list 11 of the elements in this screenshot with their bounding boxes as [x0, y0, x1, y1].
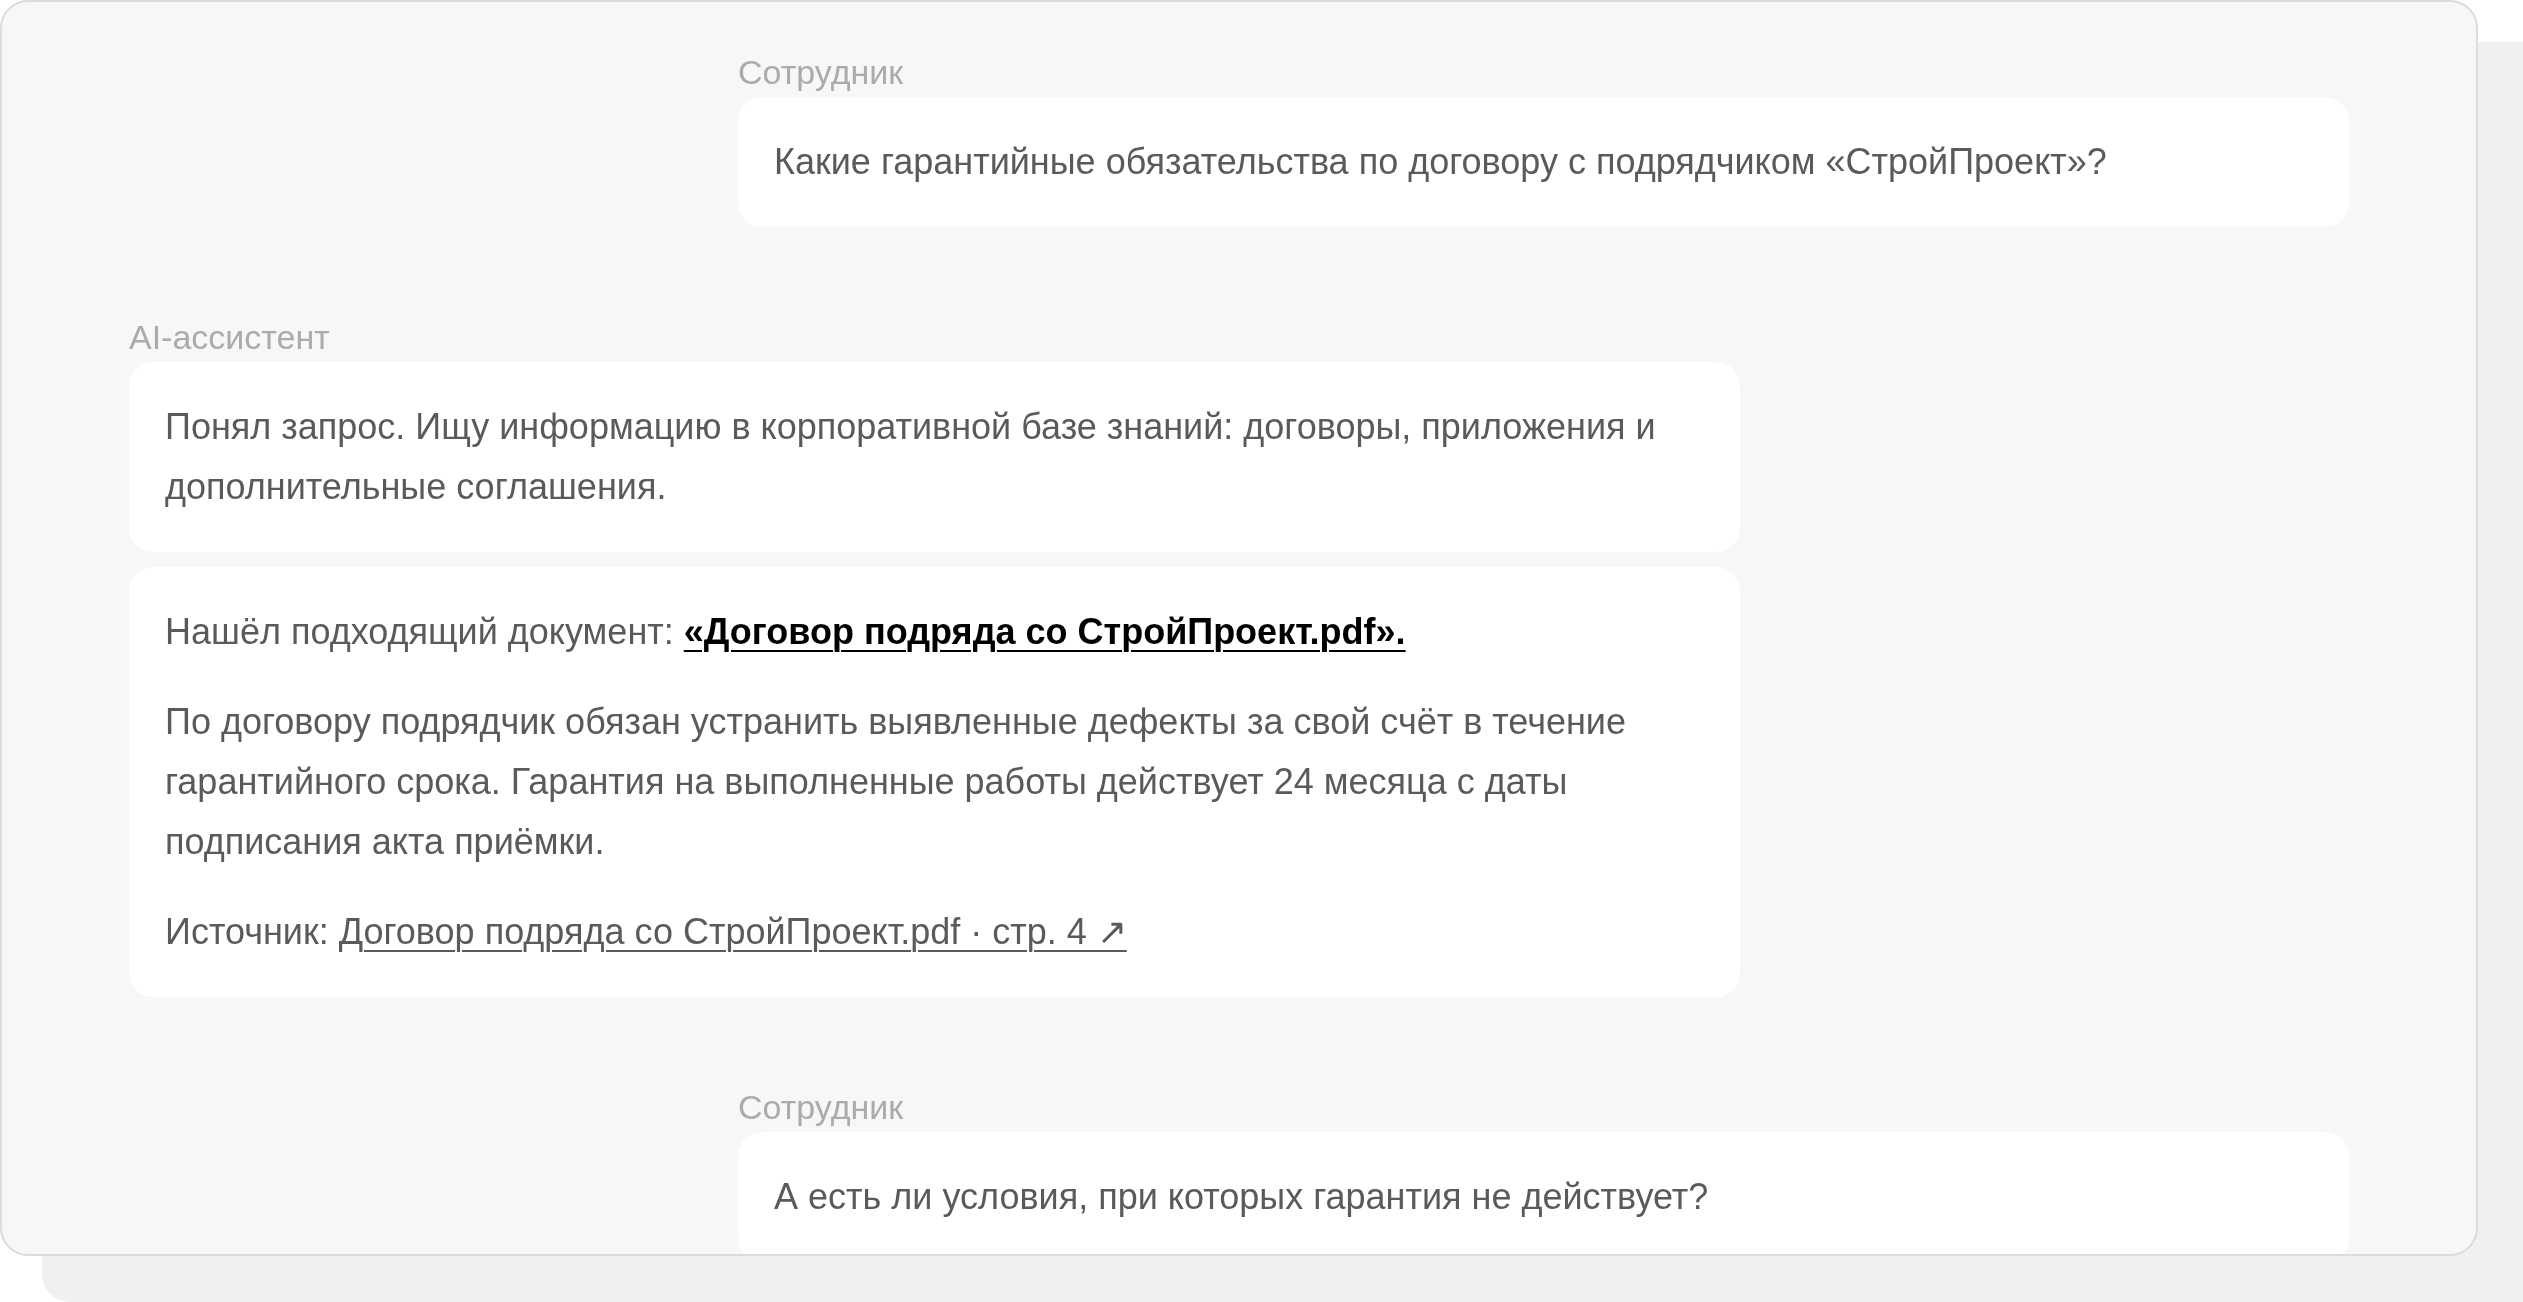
message-text: Нашёл подходящий документ: «Договор подряда со СтройПроект.pdf». [165, 610, 1407, 654]
sender-name: Сотрудник [738, 52, 905, 93]
message-text: А есть ли условия, при которых гарантия не действует? [774, 1175, 1710, 1219]
message-text: Источник: Договор подряда со СтройПроект.pdf · стр. 4 ↗ [165, 910, 1128, 954]
source-link[interactable]: Договор подряда со СтройПроект.pdf · стр. 4 ↗ [338, 911, 1127, 952]
message-text: Понял запрос. Ищу информацию в корпоративной базе знаний: договоры, приложения и дополнительные соглашения. [165, 405, 1657, 509]
sender-name: Сотрудник [738, 1087, 905, 1128]
sender-name: AI-ассистент [129, 317, 331, 358]
document-link[interactable]: «Договор подряда со СтройПроект.pdf». [683, 611, 1406, 652]
message-text: По договору подрядчик обязан устранить выявленные дефекты за свой счёт в течение гарантийного срока. Гарантия на выполненные работы действует 24 месяца с даты подписания акта приёмки. [165, 700, 1627, 864]
message-text: Какие гарантийные обязательства по договору с подрядчиком «СтройПроект»? [774, 140, 2108, 184]
